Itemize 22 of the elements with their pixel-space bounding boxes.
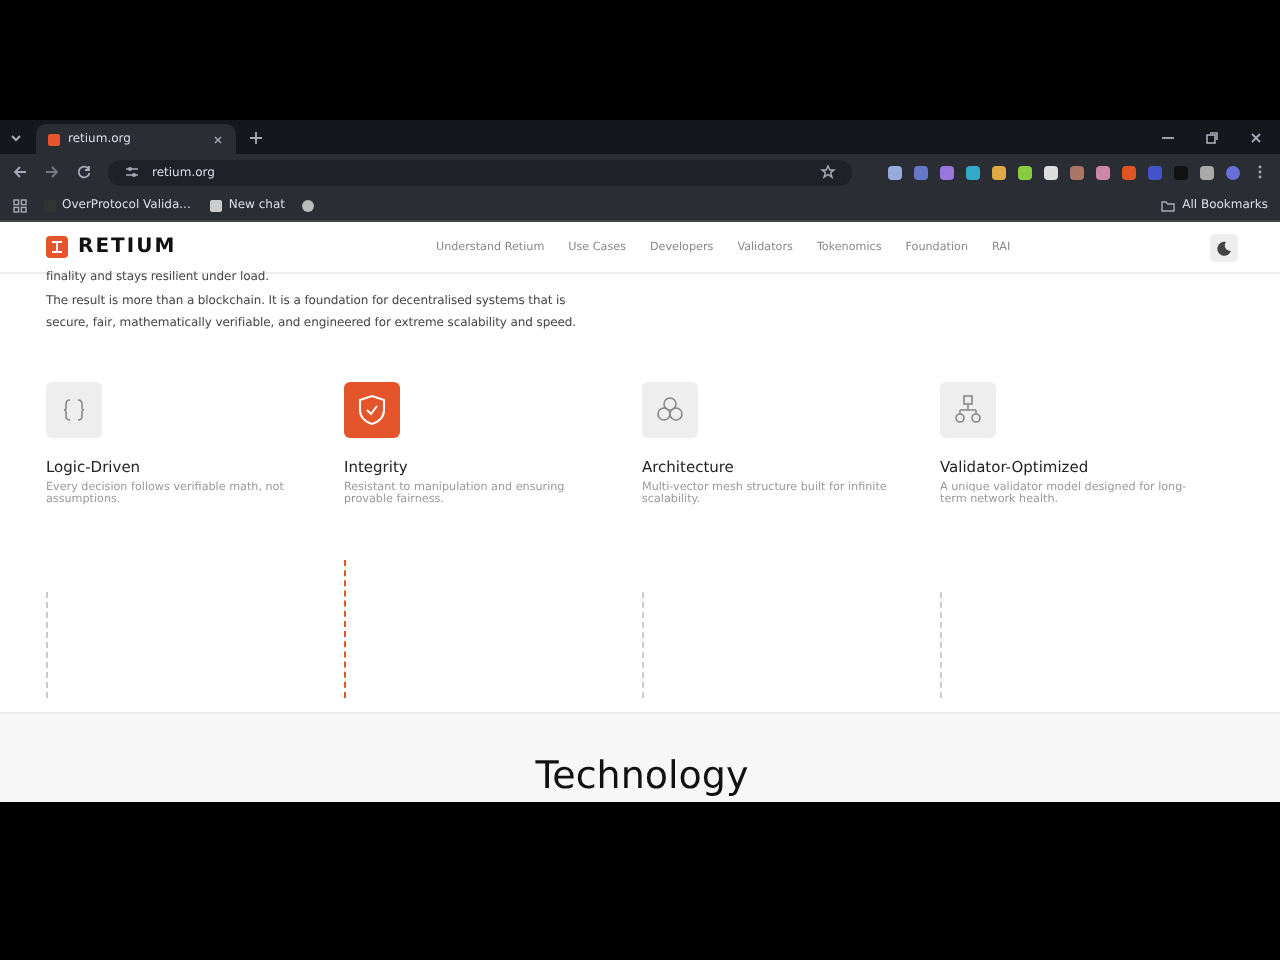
new-tab-icon[interactable] xyxy=(248,129,264,145)
restore-icon[interactable] xyxy=(1204,129,1220,145)
dashed-line xyxy=(46,591,50,697)
logo-text[interactable]: RETIUM xyxy=(78,236,177,258)
tab-list-icon[interactable] xyxy=(8,129,24,145)
profile-icon[interactable] xyxy=(1226,165,1240,179)
star-icon[interactable] xyxy=(820,164,836,180)
dashed-line xyxy=(642,591,646,697)
folder-icon xyxy=(1160,197,1177,213)
forward-icon[interactable] xyxy=(44,164,60,180)
close-icon[interactable] xyxy=(212,133,224,145)
dashed-line xyxy=(940,591,944,697)
moon-icon[interactable] xyxy=(1209,233,1238,261)
section-heading: Technology xyxy=(535,754,749,798)
site-info-icon[interactable] xyxy=(124,164,140,180)
apps-icon[interactable] xyxy=(12,197,28,213)
back-icon[interactable] xyxy=(12,164,28,180)
reload-icon[interactable] xyxy=(76,164,92,180)
logo-icon[interactable] xyxy=(46,236,68,258)
site-favicon-icon xyxy=(48,133,60,145)
close-icon[interactable] xyxy=(1248,129,1264,145)
dashed-line xyxy=(344,559,348,697)
